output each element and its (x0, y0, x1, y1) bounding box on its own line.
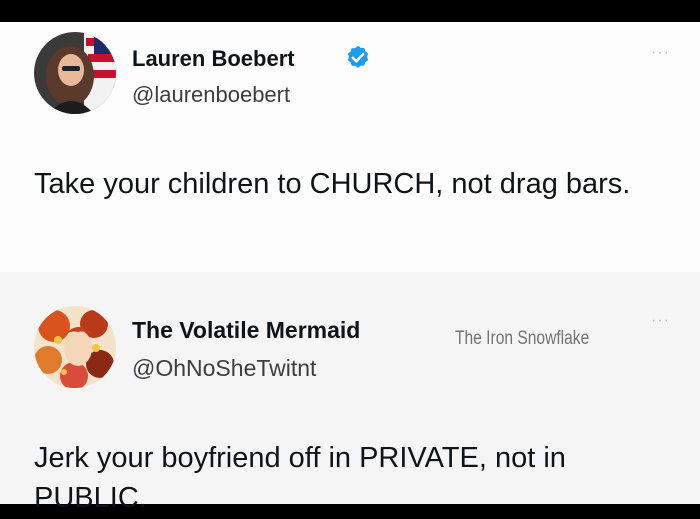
user-handle[interactable]: @OhNoSheTwitnt (132, 355, 316, 382)
user-handle[interactable]: @laurenboebert (132, 82, 290, 108)
more-options-icon[interactable]: ··· (651, 312, 670, 330)
display-name[interactable]: The Volatile Mermaid (132, 317, 360, 344)
screenshot-frame: Lauren Boebert @laurenboebert ··· Take y… (0, 22, 700, 514)
avatar[interactable] (34, 32, 116, 114)
watermark-text: The Iron Snowflake (455, 328, 590, 349)
tweet-text: Take your children to CHURCH, not drag b… (34, 168, 631, 200)
profile-photo-icon (34, 32, 116, 114)
avatar[interactable] (34, 306, 116, 388)
display-name[interactable]: Lauren Boebert (132, 46, 295, 72)
profile-illustration-icon (34, 306, 116, 388)
more-options-icon[interactable]: ··· (651, 44, 670, 62)
verified-badge-icon (347, 45, 369, 68)
tweet-reply[interactable]: The Volatile Mermaid @OhNoSheTwitnt The … (0, 272, 700, 514)
tweet-text: Jerk your boyfriend off in PRIVATE, not … (34, 442, 566, 514)
tweet-original[interactable]: Lauren Boebert @laurenboebert ··· Take y… (0, 22, 700, 272)
